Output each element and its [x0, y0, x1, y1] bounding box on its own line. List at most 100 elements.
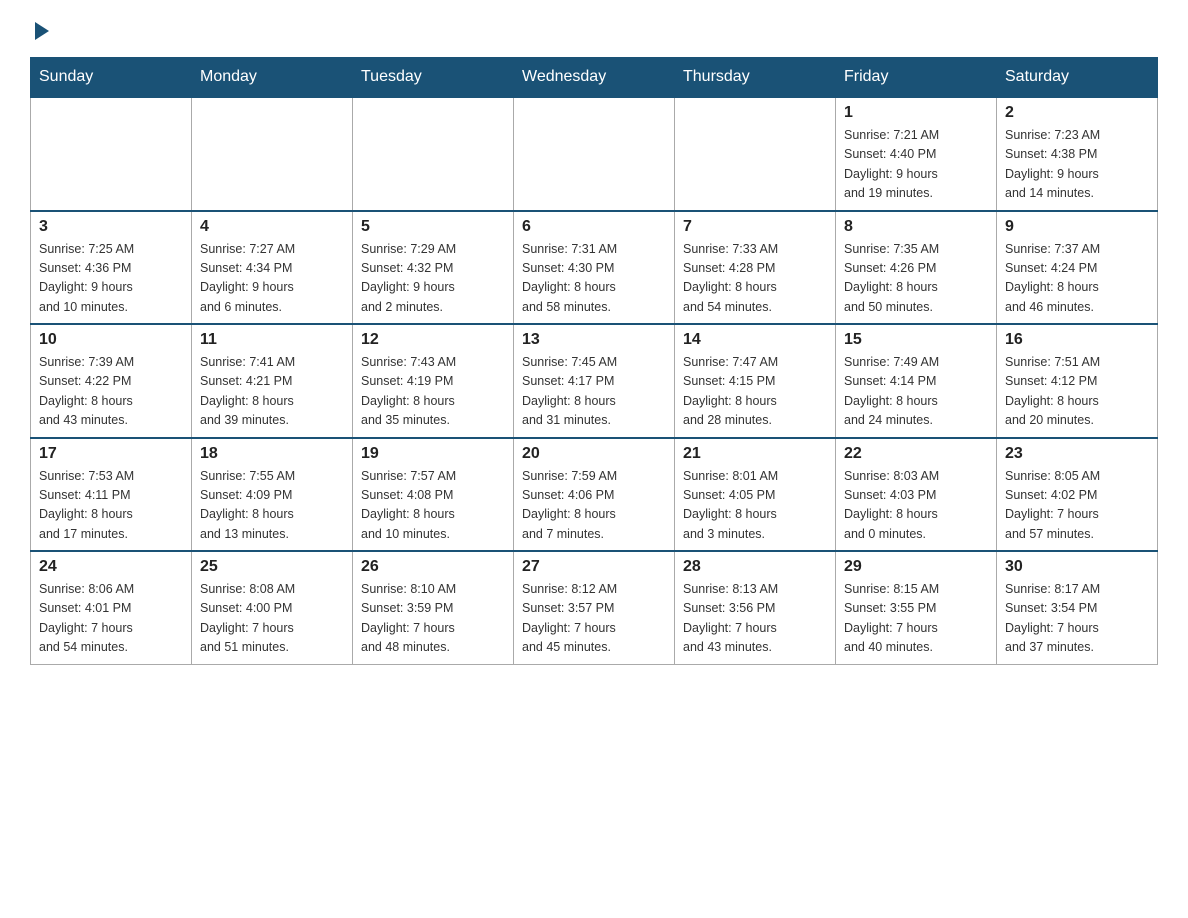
day-number: 6 — [522, 218, 666, 236]
calendar-cell: 2Sunrise: 7:23 AM Sunset: 4:38 PM Daylig… — [997, 97, 1158, 211]
calendar-cell: 6 Sunrise: 7:31 AM Sunset: 4:30 PM Daylig… — [514, 211, 675, 325]
day-info: Sunrise: 7:49 AM Sunset: 4:14 PM Dayligh… — [844, 353, 988, 431]
day-number: 9 — [1005, 218, 1149, 236]
day-number: 12 — [361, 331, 505, 349]
calendar-cell: 10 Sunrise: 7:39 AM Sunset: 4:22 PM Dayli… — [31, 324, 192, 438]
calendar-week-4: 17 Sunrise: 7:53 AM Sunset: 4:11 PM Dayli… — [31, 438, 1158, 552]
calendar-body: 1 Sunrise: 7:21 AM Sunset: 4:40 PM Daylig… — [31, 97, 1158, 664]
calendar-cell: 14Sunrise: 7:47 AM Sunset: 4:15 PM Dayli… — [675, 324, 836, 438]
calendar-cell: 8 Sunrise: 7:35 AM Sunset: 4:26 PM Daylig… — [836, 211, 997, 325]
day-number: 29 — [844, 558, 988, 576]
day-number: 16 — [1005, 331, 1149, 349]
calendar-cell: 30 Sunrise: 8:17 AM Sunset: 3:54 PM Dayli… — [997, 551, 1158, 664]
calendar-week-1: 1 Sunrise: 7:21 AM Sunset: 4:40 PM Daylig… — [31, 97, 1158, 211]
calendar-cell: 7Sunrise: 7:33 AM Sunset: 4:28 PM Daylig… — [675, 211, 836, 325]
weekday-header-monday: Monday — [192, 58, 353, 98]
weekday-header-friday: Friday — [836, 58, 997, 98]
day-number: 4 — [200, 218, 344, 236]
calendar-cell: 20 Sunrise: 7:59 AM Sunset: 4:06 PM Dayli… — [514, 438, 675, 552]
calendar-cell: 28 Sunrise: 8:13 AM Sunset: 3:56 PM Dayli… — [675, 551, 836, 664]
calendar-cell — [192, 97, 353, 211]
day-number: 24 — [39, 558, 183, 576]
day-number: 18 — [200, 445, 344, 463]
weekday-header-saturday: Saturday — [997, 58, 1158, 98]
day-number: 5 — [361, 218, 505, 236]
day-number: 10 — [39, 331, 183, 349]
day-number: 8 — [844, 218, 988, 236]
calendar-cell — [675, 97, 836, 211]
day-number: 3 — [39, 218, 183, 236]
calendar-cell: 19 Sunrise: 7:57 AM Sunset: 4:08 PM Dayli… — [353, 438, 514, 552]
calendar-cell: 9Sunrise: 7:37 AM Sunset: 4:24 PM Daylig… — [997, 211, 1158, 325]
day-info: Sunrise: 7:25 AM Sunset: 4:36 PM Dayligh… — [39, 240, 183, 318]
day-info: Sunrise: 7:43 AM Sunset: 4:19 PM Dayligh… — [361, 353, 505, 431]
day-info: Sunrise: 7:53 AM Sunset: 4:11 PM Dayligh… — [39, 467, 183, 545]
calendar-cell: 3 Sunrise: 7:25 AM Sunset: 4:36 PM Daylig… — [31, 211, 192, 325]
calendar-cell: 23 Sunrise: 8:05 AM Sunset: 4:02 PM Dayli… — [997, 438, 1158, 552]
day-info: Sunrise: 8:17 AM Sunset: 3:54 PM Dayligh… — [1005, 580, 1149, 658]
calendar-cell: 16 Sunrise: 7:51 AM Sunset: 4:12 PM Dayli… — [997, 324, 1158, 438]
day-info: Sunrise: 8:03 AM Sunset: 4:03 PM Dayligh… — [844, 467, 988, 545]
calendar-header: SundayMondayTuesdayWednesdayThursdayFrid… — [31, 58, 1158, 98]
day-info: Sunrise: 7:55 AM Sunset: 4:09 PM Dayligh… — [200, 467, 344, 545]
day-info: Sunrise: 7:39 AM Sunset: 4:22 PM Dayligh… — [39, 353, 183, 431]
logo-flag-icon — [31, 20, 53, 42]
calendar-cell: 22 Sunrise: 8:03 AM Sunset: 4:03 PM Dayli… — [836, 438, 997, 552]
day-info: Sunrise: 7:33 AM Sunset: 4:28 PM Dayligh… — [683, 240, 827, 318]
day-info: Sunrise: 7:35 AM Sunset: 4:26 PM Dayligh… — [844, 240, 988, 318]
calendar-cell — [31, 97, 192, 211]
day-info: Sunrise: 7:27 AM Sunset: 4:34 PM Dayligh… — [200, 240, 344, 318]
calendar-cell — [353, 97, 514, 211]
calendar-cell: 29 Sunrise: 8:15 AM Sunset: 3:55 PM Dayli… — [836, 551, 997, 664]
day-info: Sunrise: 7:31 AM Sunset: 4:30 PM Dayligh… — [522, 240, 666, 318]
day-number: 28 — [683, 558, 827, 576]
calendar-cell: 12 Sunrise: 7:43 AM Sunset: 4:19 PM Dayli… — [353, 324, 514, 438]
day-number: 30 — [1005, 558, 1149, 576]
day-info: Sunrise: 7:45 AM Sunset: 4:17 PM Dayligh… — [522, 353, 666, 431]
calendar-cell: 11Sunrise: 7:41 AM Sunset: 4:21 PM Dayli… — [192, 324, 353, 438]
day-info: Sunrise: 7:47 AM Sunset: 4:15 PM Dayligh… — [683, 353, 827, 431]
calendar-week-3: 10 Sunrise: 7:39 AM Sunset: 4:22 PM Dayli… — [31, 324, 1158, 438]
weekday-header-row: SundayMondayTuesdayWednesdayThursdayFrid… — [31, 58, 1158, 98]
day-number: 19 — [361, 445, 505, 463]
calendar-cell: 1 Sunrise: 7:21 AM Sunset: 4:40 PM Daylig… — [836, 97, 997, 211]
calendar-week-5: 24 Sunrise: 8:06 AM Sunset: 4:01 PM Dayli… — [31, 551, 1158, 664]
day-number: 20 — [522, 445, 666, 463]
day-info: Sunrise: 7:21 AM Sunset: 4:40 PM Dayligh… — [844, 126, 988, 204]
day-info: Sunrise: 7:51 AM Sunset: 4:12 PM Dayligh… — [1005, 353, 1149, 431]
day-info: Sunrise: 8:15 AM Sunset: 3:55 PM Dayligh… — [844, 580, 988, 658]
day-info: Sunrise: 8:06 AM Sunset: 4:01 PM Dayligh… — [39, 580, 183, 658]
calendar-cell — [514, 97, 675, 211]
day-number: 22 — [844, 445, 988, 463]
day-number: 27 — [522, 558, 666, 576]
calendar-cell: 17 Sunrise: 7:53 AM Sunset: 4:11 PM Dayli… — [31, 438, 192, 552]
day-info: Sunrise: 7:41 AM Sunset: 4:21 PM Dayligh… — [200, 353, 344, 431]
day-number: 23 — [1005, 445, 1149, 463]
day-number: 1 — [844, 104, 988, 122]
day-number: 13 — [522, 331, 666, 349]
page-header — [30, 20, 1158, 42]
weekday-header-thursday: Thursday — [675, 58, 836, 98]
weekday-header-sunday: Sunday — [31, 58, 192, 98]
day-info: Sunrise: 8:13 AM Sunset: 3:56 PM Dayligh… — [683, 580, 827, 658]
calendar-cell: 21 Sunrise: 8:01 AM Sunset: 4:05 PM Dayli… — [675, 438, 836, 552]
day-info: Sunrise: 7:57 AM Sunset: 4:08 PM Dayligh… — [361, 467, 505, 545]
logo — [30, 20, 54, 42]
day-number: 15 — [844, 331, 988, 349]
calendar-cell: 25Sunrise: 8:08 AM Sunset: 4:00 PM Dayli… — [192, 551, 353, 664]
day-info: Sunrise: 8:08 AM Sunset: 4:00 PM Dayligh… — [200, 580, 344, 658]
day-info: Sunrise: 8:12 AM Sunset: 3:57 PM Dayligh… — [522, 580, 666, 658]
calendar-table: SundayMondayTuesdayWednesdayThursdayFrid… — [30, 57, 1158, 665]
day-info: Sunrise: 7:59 AM Sunset: 4:06 PM Dayligh… — [522, 467, 666, 545]
day-number: 26 — [361, 558, 505, 576]
day-info: Sunrise: 7:29 AM Sunset: 4:32 PM Dayligh… — [361, 240, 505, 318]
calendar-cell: 15 Sunrise: 7:49 AM Sunset: 4:14 PM Dayli… — [836, 324, 997, 438]
day-number: 17 — [39, 445, 183, 463]
day-info: Sunrise: 8:01 AM Sunset: 4:05 PM Dayligh… — [683, 467, 827, 545]
day-info: Sunrise: 8:05 AM Sunset: 4:02 PM Dayligh… — [1005, 467, 1149, 545]
calendar-cell: 13 Sunrise: 7:45 AM Sunset: 4:17 PM Dayli… — [514, 324, 675, 438]
calendar-cell: 4 Sunrise: 7:27 AM Sunset: 4:34 PM Daylig… — [192, 211, 353, 325]
calendar-cell: 24 Sunrise: 8:06 AM Sunset: 4:01 PM Dayli… — [31, 551, 192, 664]
day-number: 2 — [1005, 104, 1149, 122]
day-number: 21 — [683, 445, 827, 463]
